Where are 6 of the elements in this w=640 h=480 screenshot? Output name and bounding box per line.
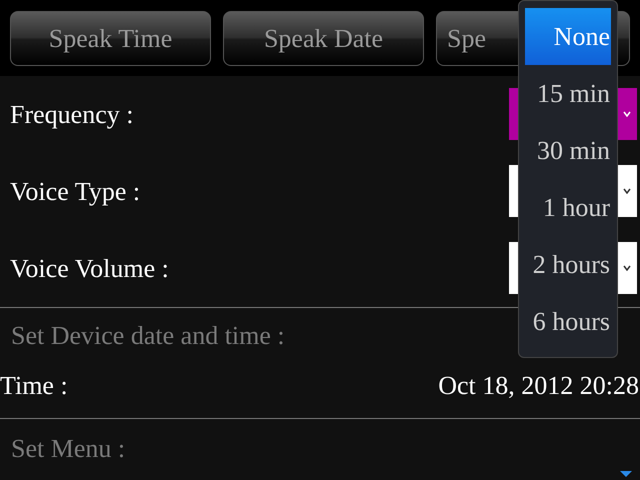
section-heading: Set Menu : <box>11 433 126 465</box>
section-heading: Set Device date and time : <box>11 320 285 352</box>
setting-label: Voice Type : <box>10 176 140 208</box>
setting-label: Voice Volume : <box>10 252 169 284</box>
setting-label: Frequency : <box>10 98 134 131</box>
time-label: Time : <box>0 370 68 402</box>
